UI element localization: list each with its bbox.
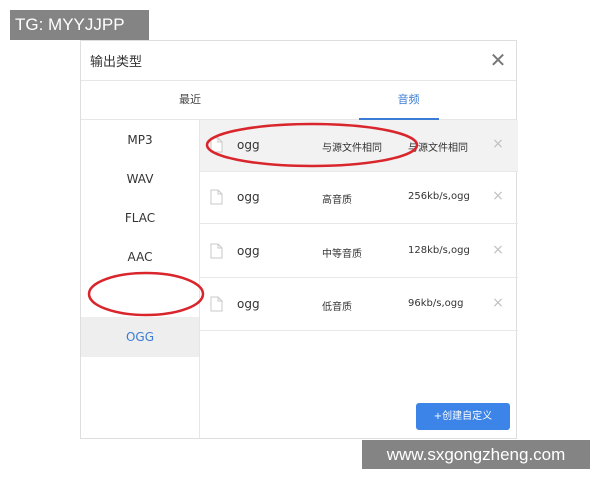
audio-file-icon (210, 137, 223, 153)
preset-list: ogg 与源文件相同 与源文件相同 × ogg 高音质 256kb/s,ogg … (200, 120, 518, 360)
dialog-title: 输出类型 (90, 55, 143, 70)
preset-row[interactable]: ogg 中等音质 128kb/s,ogg × (200, 226, 518, 278)
format-item-aac[interactable]: AAC (81, 237, 199, 277)
preset-quality: 高音质 (322, 195, 352, 206)
audio-file-icon (210, 189, 223, 205)
preset-detail: 与源文件相同 (408, 143, 468, 154)
preset-detail: 128kb/s,ogg (408, 245, 470, 256)
watermark-bottom: www.sxgongzheng.com (362, 440, 590, 469)
audio-file-icon (210, 243, 223, 259)
create-custom-button[interactable]: +创建自定义 (416, 403, 510, 430)
output-type-dialog: 输出类型 ✕ 最近 音频 MP3 WAV FLAC AAC OGG ogg 与源… (80, 40, 518, 439)
remove-preset-button[interactable]: × (490, 294, 506, 312)
audio-file-icon (210, 296, 223, 312)
dialog-header: 输出类型 ✕ (81, 41, 516, 81)
remove-preset-button[interactable]: × (490, 241, 506, 259)
preset-quality: 低音质 (322, 302, 352, 313)
preset-format: ogg (237, 190, 260, 204)
remove-preset-button[interactable]: × (490, 135, 506, 153)
tab-audio[interactable]: 音频 (299, 81, 518, 119)
preset-row[interactable]: ogg 与源文件相同 与源文件相同 × (200, 120, 518, 172)
format-sidebar: MP3 WAV FLAC AAC OGG (81, 120, 200, 439)
format-item-ogg[interactable]: OGG (81, 317, 199, 357)
preset-format: ogg (237, 244, 260, 258)
format-item-flac[interactable]: FLAC (81, 198, 199, 238)
watermark-top: TG: MYYJJPP (10, 10, 149, 40)
preset-row[interactable]: ogg 低音质 96kb/s,ogg × (200, 279, 518, 331)
preset-format: ogg (237, 138, 260, 152)
preset-row[interactable]: ogg 高音质 256kb/s,ogg × (200, 172, 518, 224)
format-item-mp3[interactable]: MP3 (81, 120, 199, 160)
close-icon: ✕ (489, 48, 507, 72)
format-item-wav[interactable]: WAV (81, 159, 199, 199)
preset-quality: 中等音质 (322, 249, 362, 260)
tab-recent[interactable]: 最近 (81, 81, 299, 119)
preset-quality: 与源文件相同 (322, 143, 382, 154)
preset-detail: 96kb/s,ogg (408, 298, 464, 309)
tab-bar: 最近 音频 (81, 81, 516, 120)
close-button[interactable]: ✕ (488, 50, 508, 70)
preset-detail: 256kb/s,ogg (408, 191, 470, 202)
remove-preset-button[interactable]: × (490, 187, 506, 205)
preset-format: ogg (237, 297, 260, 311)
